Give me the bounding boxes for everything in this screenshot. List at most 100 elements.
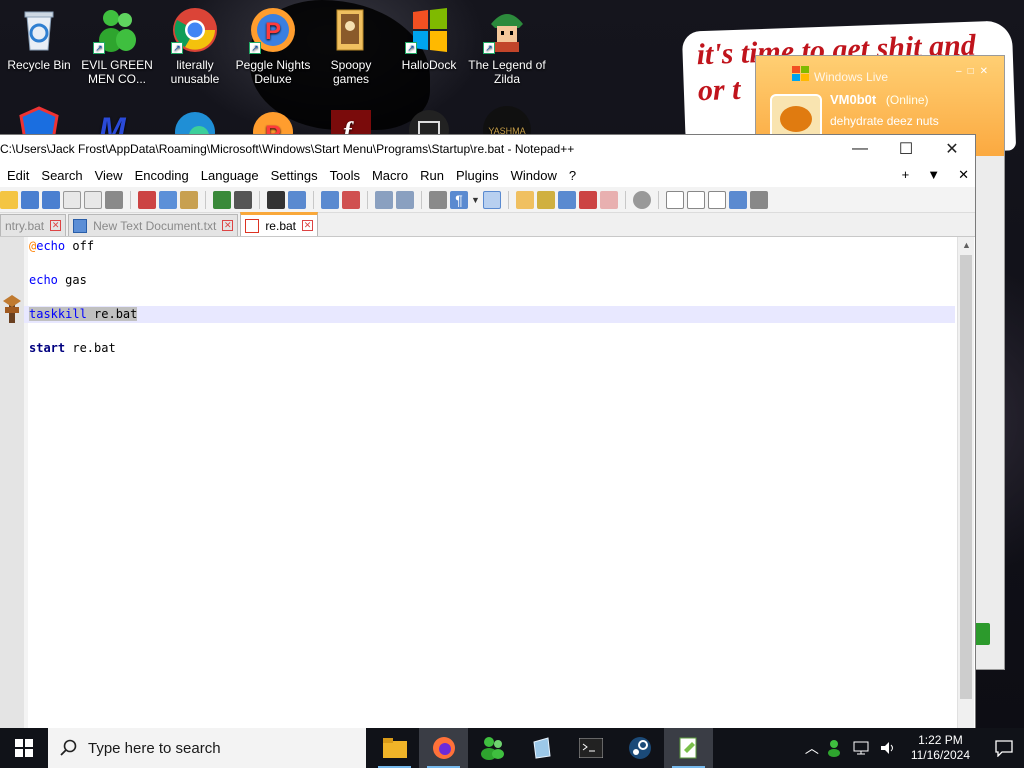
chevron-up-icon[interactable]: ︿ — [805, 738, 819, 758]
toolbar-divider — [507, 190, 509, 209]
desktop-icon-partial[interactable]: f — [312, 104, 390, 134]
desktop-icon-chrome[interactable]: ↗ literally unusable — [156, 0, 234, 86]
zoom-out-icon[interactable] — [342, 190, 360, 209]
tab-re-bat[interactable]: re.bat ✕ — [240, 212, 318, 236]
save-icon[interactable] — [21, 190, 39, 209]
menu-window[interactable]: Window — [505, 168, 563, 183]
code-content[interactable]: @echo off echo gas taskkill re.bat start… — [24, 237, 955, 357]
menu-view[interactable]: View — [89, 168, 129, 183]
desktop-icon-spoopy[interactable]: Spoopy games — [312, 0, 390, 86]
menu-tools[interactable]: Tools — [324, 168, 366, 183]
doc-list-icon[interactable] — [557, 190, 576, 209]
editor-area[interactable]: @echo off echo gas taskkill re.bat start… — [0, 237, 975, 729]
monitoring-icon[interactable] — [632, 190, 651, 209]
close-doc-button[interactable]: ✕ — [958, 167, 969, 183]
menu-settings[interactable]: Settings — [265, 168, 324, 183]
close-icon[interactable]: ✕ — [50, 220, 62, 231]
desktop-icon-zilda[interactable]: ↗ The Legend of Zilda — [468, 0, 546, 86]
start-button[interactable] — [0, 728, 48, 768]
menu-encoding[interactable]: Encoding — [129, 168, 195, 183]
word-wrap-icon[interactable] — [429, 190, 447, 209]
dropdown-arrow-icon[interactable]: ▼ — [471, 195, 480, 205]
taskbar-notes[interactable] — [517, 728, 566, 768]
scroll-up-icon[interactable]: ▲ — [958, 237, 975, 254]
menu-search[interactable]: Search — [35, 168, 88, 183]
zoom-in-icon[interactable] — [321, 190, 339, 209]
maximize-button[interactable]: ☐ — [883, 135, 929, 163]
print-icon[interactable] — [105, 190, 123, 209]
desktop-icon-green-men[interactable]: ↗ EVIL GREEN MEN CO... — [78, 0, 156, 86]
taskbar-notepadpp[interactable] — [664, 728, 713, 768]
copy-icon[interactable] — [159, 190, 177, 209]
desktop-icon-partial[interactable]: M — [78, 104, 156, 134]
taskbar-messenger[interactable] — [468, 728, 517, 768]
code-line-5[interactable]: taskkill re.bat — [24, 306, 955, 323]
tab-list-button[interactable]: ▼ — [927, 167, 940, 183]
close-all-icon[interactable] — [84, 190, 102, 209]
doc-map-icon[interactable] — [536, 190, 555, 209]
run-macro-multiple-icon[interactable] — [728, 190, 747, 209]
menu-run[interactable]: Run — [414, 168, 450, 183]
tab-new-text-document[interactable]: New Text Document.txt ✕ — [68, 214, 239, 236]
play-macro-icon[interactable] — [707, 190, 726, 209]
close-button[interactable]: ✕ — [929, 135, 975, 163]
notification-center-button[interactable] — [984, 728, 1024, 768]
notepadpp-window[interactable]: C:\Users\Jack Frost\AppData\Roaming\Micr… — [0, 134, 976, 729]
sync-h-icon[interactable] — [396, 190, 414, 209]
sync-v-icon[interactable] — [375, 190, 393, 209]
code-line-3[interactable]: echo gas — [29, 272, 955, 289]
new-tab-button[interactable]: + — [902, 167, 910, 183]
vertical-scrollbar[interactable]: ▲ — [957, 237, 974, 729]
menu-help[interactable]: ? — [563, 168, 582, 183]
minimize-button[interactable]: — — [837, 135, 883, 163]
code-line-7[interactable]: start re.bat — [29, 340, 955, 357]
code-line-1[interactable]: @echo off — [29, 238, 955, 255]
indent-guide-icon[interactable] — [482, 190, 501, 209]
desktop-icon-peggle[interactable]: P ↗ Peggle Nights Deluxe — [234, 0, 312, 86]
menu-edit[interactable]: Edit — [0, 168, 35, 183]
cut-icon[interactable] — [138, 190, 156, 209]
desktop-icon-hallodock[interactable]: ↗ HalloDock — [390, 0, 468, 72]
title-bar[interactable]: C:\Users\Jack Frost\AppData\Roaming\Micr… — [0, 135, 975, 163]
code-line-2[interactable] — [29, 255, 955, 272]
save-all-icon[interactable] — [42, 190, 60, 209]
show-symbols-icon[interactable]: ¶ — [450, 190, 468, 209]
close-icon[interactable]: ✕ — [222, 220, 234, 231]
record-macro-icon[interactable] — [665, 190, 684, 209]
status-badge[interactable]: (Online) — [886, 93, 929, 107]
personal-message[interactable]: dehydrate deez nuts — [830, 114, 939, 128]
taskbar-firefox[interactable] — [419, 728, 468, 768]
desktop-icon-partial[interactable]: YASHMA — [468, 104, 546, 134]
save-macro-icon[interactable] — [749, 190, 768, 209]
tab-ntry-bat[interactable]: ntry.bat ✕ — [0, 214, 67, 236]
desktop-icon-partial[interactable]: P — [234, 104, 312, 134]
function-list-icon[interactable] — [578, 190, 597, 209]
taskbar-steam[interactable] — [615, 728, 664, 768]
open-icon[interactable] — [0, 190, 18, 209]
menu-language[interactable]: Language — [195, 168, 265, 183]
code-line-4[interactable] — [29, 289, 955, 306]
replace-icon[interactable] — [288, 190, 306, 209]
redo-icon[interactable] — [234, 190, 252, 209]
paste-icon[interactable] — [180, 190, 198, 209]
menu-plugins[interactable]: Plugins — [450, 168, 505, 183]
taskbar-file-explorer[interactable] — [370, 728, 419, 768]
menu-macro[interactable]: Macro — [366, 168, 414, 183]
desktop-icon-partial[interactable] — [0, 104, 78, 134]
folder-workspace-icon[interactable] — [599, 190, 618, 209]
clock[interactable]: 1:22 PM 11/16/2024 — [905, 733, 976, 763]
desktop-icon-partial[interactable] — [390, 104, 468, 134]
window-controls[interactable]: –□✕ — [956, 66, 994, 77]
desktop-icon-partial[interactable] — [156, 104, 234, 134]
find-icon[interactable] — [267, 190, 285, 209]
close-file-icon[interactable] — [63, 190, 81, 209]
close-icon[interactable]: ✕ — [302, 220, 313, 231]
lang-icon[interactable] — [515, 190, 534, 209]
desktop-icon-recycle-bin[interactable]: Recycle Bin — [0, 0, 78, 72]
code-line-6[interactable] — [29, 323, 955, 340]
stop-macro-icon[interactable] — [686, 190, 705, 209]
undo-icon[interactable] — [213, 190, 231, 209]
scrollbar-thumb[interactable] — [960, 255, 972, 699]
taskbar-terminal[interactable] — [566, 728, 615, 768]
taskbar-search[interactable]: Type here to search — [48, 728, 366, 768]
